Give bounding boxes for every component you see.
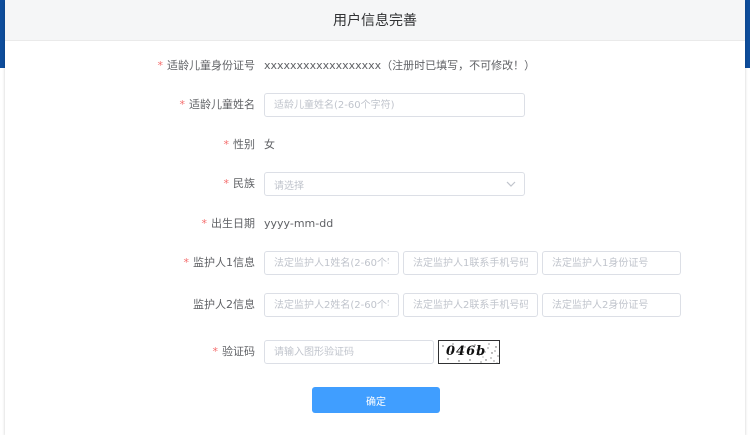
- id-number-value: xxxxxxxxxxxxxxxxxx（注册时已填写，不可修改！）: [264, 59, 536, 72]
- ethnicity-label: * 民族: [55, 170, 256, 198]
- ethnicity-select[interactable]: 请选择: [264, 172, 525, 196]
- guardian2-label-text: 监护人2信息: [193, 298, 255, 311]
- form-row-birth-date: * 出生日期 yyyy-mm-dd: [5, 210, 745, 238]
- required-mark: *: [183, 256, 190, 269]
- dialog-header: 用户信息完善: [5, 0, 745, 41]
- chevron-down-icon: [506, 181, 516, 187]
- form-row-guardian2: 监护人2信息: [5, 291, 745, 319]
- guardian1-name-input[interactable]: [264, 251, 399, 275]
- required-mark: *: [223, 138, 230, 151]
- captcha-label-text: 验证码: [222, 345, 255, 358]
- guardian1-id-input[interactable]: [542, 251, 681, 275]
- dialog-title: 用户信息完善: [333, 13, 417, 29]
- required-mark: *: [223, 177, 230, 190]
- child-name-input[interactable]: [264, 93, 525, 117]
- user-info-dialog: 用户信息完善 * 适龄儿童身份证号 xxxxxxxxxxxxxxxxxx（注册时已…: [5, 0, 745, 435]
- form-row-id-number: * 适龄儿童身份证号 xxxxxxxxxxxxxxxxxx（注册时已填写，不可修改…: [5, 52, 745, 80]
- required-mark: *: [157, 59, 164, 72]
- form-row-guardian1: * 监护人1信息: [5, 249, 745, 277]
- guardian1-label: * 监护人1信息: [55, 249, 256, 277]
- required-mark: *: [179, 98, 186, 111]
- form-row-captcha: *验证码 046b: [5, 338, 745, 366]
- captcha-image-text: 046b: [446, 344, 487, 359]
- required-mark: *: [212, 345, 219, 358]
- required-mark: *: [201, 217, 208, 230]
- guardian2-phone-input[interactable]: [403, 293, 538, 317]
- gender-label-text: 性别: [233, 138, 255, 151]
- captcha-label: * 验证码: [55, 338, 256, 366]
- form-row-gender: * 性别 女: [5, 131, 745, 159]
- captcha-input[interactable]: [264, 340, 434, 364]
- guardian2-id-input[interactable]: [542, 293, 681, 317]
- form-row-child-name: * 适龄儿童姓名: [5, 91, 745, 119]
- birth-date-label: * 出生日期: [55, 210, 256, 238]
- birth-date-value[interactable]: yyyy-mm-dd: [264, 210, 333, 238]
- birth-date-label-text: 出生日期: [211, 217, 255, 230]
- ethnicity-label-text: 民族: [233, 177, 255, 190]
- id-number-label: * 适龄儿童身份证号: [55, 52, 256, 80]
- guardian2-name-input[interactable]: [264, 293, 399, 317]
- id-number-label-text: 适龄儿童身份证号: [167, 59, 255, 72]
- guardian1-phone-input[interactable]: [403, 251, 538, 275]
- child-name-label-text: 适龄儿童姓名: [189, 98, 255, 111]
- ethnicity-select-placeholder: 请选择: [274, 180, 304, 192]
- form-row-ethnicity: * 民族 请选择: [5, 170, 745, 198]
- submit-button[interactable]: 确定: [312, 387, 440, 413]
- guardian1-label-text: 监护人1信息: [193, 256, 255, 269]
- child-name-label: * 适龄儿童姓名: [55, 91, 256, 119]
- captcha-image[interactable]: 046b: [438, 340, 500, 364]
- gender-label: * 性别: [55, 131, 256, 159]
- guardian2-label: 监护人2信息: [55, 291, 255, 319]
- gender-value: 女: [264, 138, 275, 151]
